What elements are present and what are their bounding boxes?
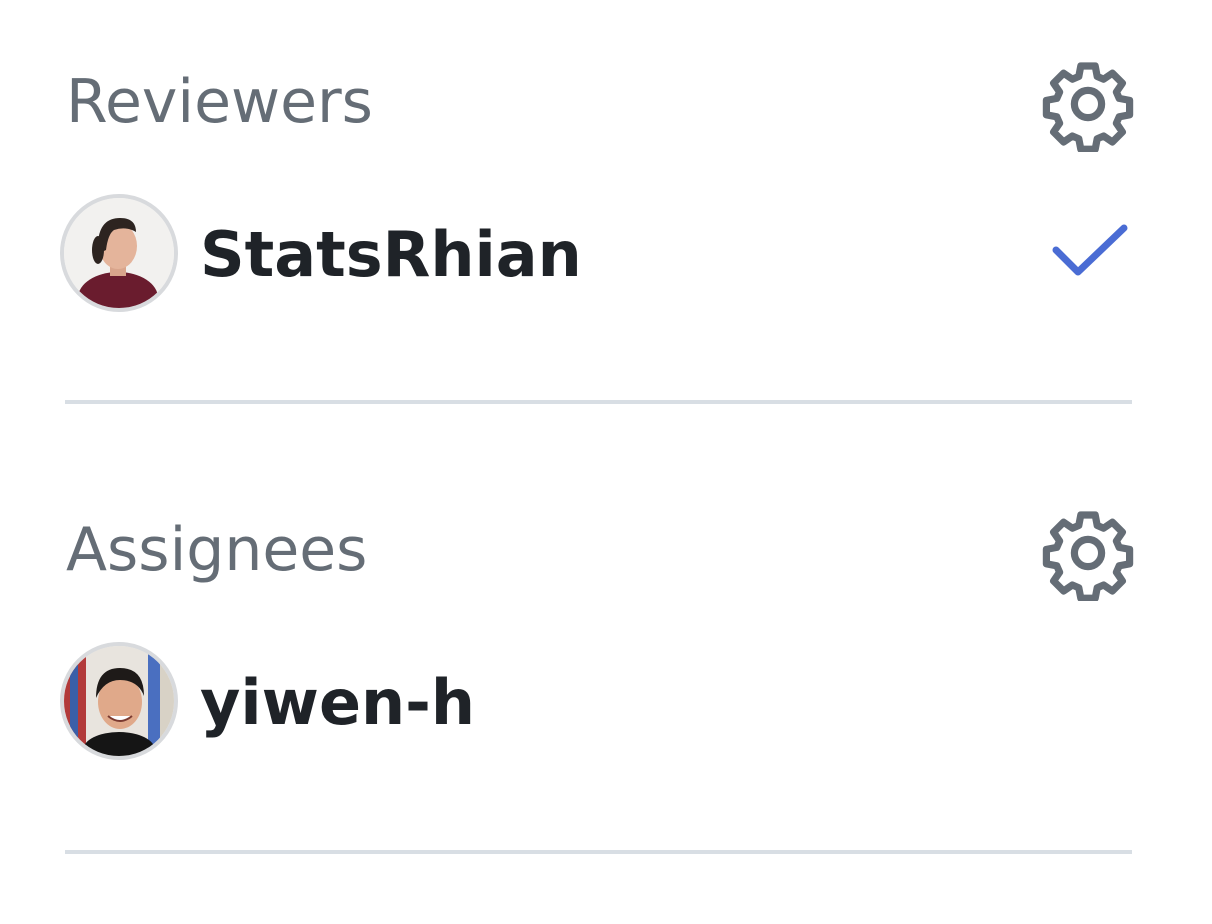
avatar[interactable]: [60, 642, 178, 760]
reviewers-section: Reviewers StatsRhian: [0, 0, 1212, 410]
assignee-row[interactable]: yiwen-h: [60, 642, 1140, 766]
avatar[interactable]: [60, 194, 178, 312]
avatar-image: [64, 646, 174, 756]
review-approved-check: [1050, 220, 1130, 284]
gear-icon: [1042, 62, 1134, 152]
avatar-image: [64, 198, 174, 308]
assignees-section: Assignees yiwen-h: [0, 450, 1212, 860]
reviewer-login-link[interactable]: StatsRhian: [200, 224, 582, 286]
gear-icon: [1042, 511, 1134, 601]
divider: [65, 400, 1132, 404]
divider: [65, 850, 1132, 854]
reviewer-row[interactable]: StatsRhian: [60, 194, 1140, 318]
assignee-login-link[interactable]: yiwen-h: [200, 672, 475, 734]
check-icon: [1052, 224, 1128, 276]
reviewers-heading: Reviewers: [66, 67, 373, 137]
assignees-heading: Assignees: [66, 515, 368, 585]
reviewers-settings-button[interactable]: [1040, 56, 1136, 152]
assignees-settings-button[interactable]: [1040, 505, 1136, 601]
